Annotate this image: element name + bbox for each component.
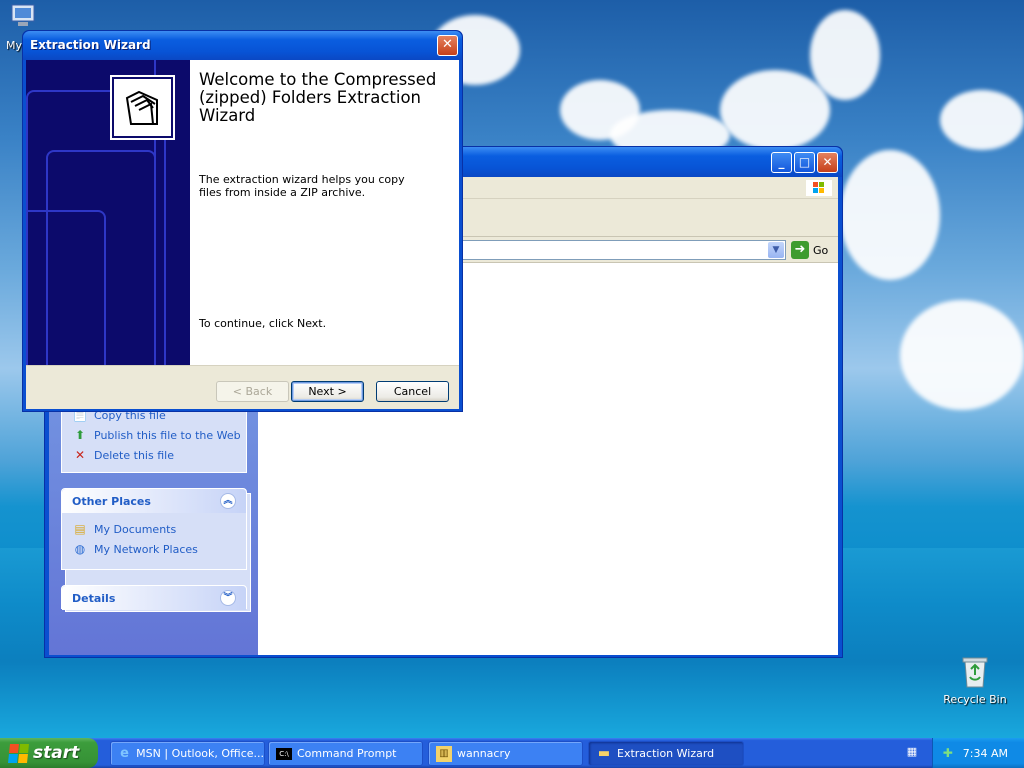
details-header[interactable]: Details ︾ (62, 586, 246, 610)
expand-chevron-icon[interactable]: ︾ (220, 590, 236, 606)
start-label: start (33, 743, 80, 763)
other-places-header[interactable]: Other Places ︽ (62, 489, 246, 513)
minimize-button[interactable]: _ (771, 152, 792, 173)
close-button[interactable]: ✕ (817, 152, 838, 173)
go-arrow-icon: ➜ (791, 241, 809, 259)
wizard-titlebar[interactable]: Extraction Wizard ✕ (23, 31, 462, 60)
next-button[interactable]: Next > (291, 381, 364, 402)
taskbar-button-wannacry[interactable]: ▥ wannacry (428, 741, 583, 766)
start-button[interactable]: start (0, 738, 98, 768)
desktop-icon-label: Recycle Bin (943, 693, 1007, 706)
windows-logo-icon (806, 180, 832, 196)
taskbar: start e MSN | Outlook, Office... C:\ Com… (0, 738, 1024, 768)
clock[interactable]: 7:34 AM (963, 747, 1008, 760)
chevron-down-icon[interactable]: ▼ (768, 242, 784, 258)
folder-zip-icon: ▥ (436, 745, 452, 762)
taskbar-button-extraction-wizard[interactable]: ▬ Extraction Wizard (588, 741, 744, 766)
wizard-close-button[interactable]: ✕ (437, 35, 458, 56)
cancel-button[interactable]: Cancel (376, 381, 449, 402)
my-computer-icon (8, 2, 38, 30)
wizard-button-bar: < Back Next > Cancel (26, 365, 459, 409)
place-label: My Network Places (94, 542, 198, 556)
wizard-side-banner (26, 60, 190, 365)
wizard-continue-text: To continue, click Next. (199, 317, 327, 330)
network-places-icon: ◍ (74, 542, 86, 556)
desktop-icon-recycle-bin[interactable]: Recycle Bin (940, 655, 1010, 706)
ie-icon: e (120, 746, 129, 761)
file-task-label: Delete this file (94, 448, 174, 462)
other-places-panel: Other Places ︽ ▤ My Documents ◍ My Netwo… (61, 488, 247, 570)
place-my-documents[interactable]: ▤ My Documents (62, 519, 246, 539)
task-label: wannacry (457, 747, 511, 760)
publish-web-icon: ⬆ (74, 428, 86, 442)
file-task-delete[interactable]: ✕ Delete this file (62, 445, 246, 465)
go-label: Go (813, 243, 829, 257)
delete-icon: ✕ (74, 448, 86, 462)
desktop-icon-label: My (6, 39, 23, 52)
place-network[interactable]: ◍ My Network Places (62, 539, 246, 559)
place-label: My Documents (94, 522, 177, 536)
wizard-headline: Welcome to the Compressed (zipped) Folde… (199, 70, 437, 125)
extraction-wizard-dialog[interactable]: Extraction Wizard ✕ Welcome to the Compr… (22, 30, 463, 412)
file-task-publish[interactable]: ⬆ Publish this file to the Web (62, 425, 246, 445)
maximize-button[interactable]: □ (794, 152, 815, 173)
cmd-icon: C:\ (276, 747, 292, 760)
task-label: MSN | Outlook, Office... (136, 747, 264, 760)
wizard-title: Extraction Wizard (30, 38, 151, 52)
my-documents-icon: ▤ (74, 522, 86, 536)
details-title: Details (72, 591, 116, 605)
windows-logo-icon (8, 743, 29, 763)
system-tray: ✚ 7:34 AM (932, 738, 1024, 768)
go-button[interactable]: ➜ Go (791, 240, 828, 260)
task-label: Command Prompt (297, 747, 397, 760)
collapse-chevron-icon[interactable]: ︽ (220, 493, 236, 509)
recycle-bin-icon (959, 655, 991, 689)
address-input[interactable]: ▼ (459, 240, 786, 260)
desktop-icon-my-computer[interactable]: My (0, 2, 35, 52)
task-label: Extraction Wizard (617, 747, 715, 760)
network-tray-icon[interactable]: ✚ (943, 746, 953, 760)
zip-folder-icon (110, 75, 175, 140)
other-places-title: Other Places (72, 494, 151, 508)
wizard-body: Welcome to the Compressed (zipped) Folde… (26, 60, 459, 409)
file-task-label: Publish this file to the Web (94, 428, 241, 442)
folder-icon: ▬ (597, 746, 611, 761)
back-button[interactable]: < Back (216, 381, 289, 402)
wizard-description: The extraction wizard helps you copy fil… (199, 173, 405, 199)
details-panel: Details ︾ (61, 585, 247, 610)
taskbar-button-cmd[interactable]: C:\ Command Prompt (268, 741, 423, 766)
keyboard-icon[interactable]: ▦ (904, 745, 920, 759)
taskbar-button-msn[interactable]: e MSN | Outlook, Office... (110, 741, 265, 766)
